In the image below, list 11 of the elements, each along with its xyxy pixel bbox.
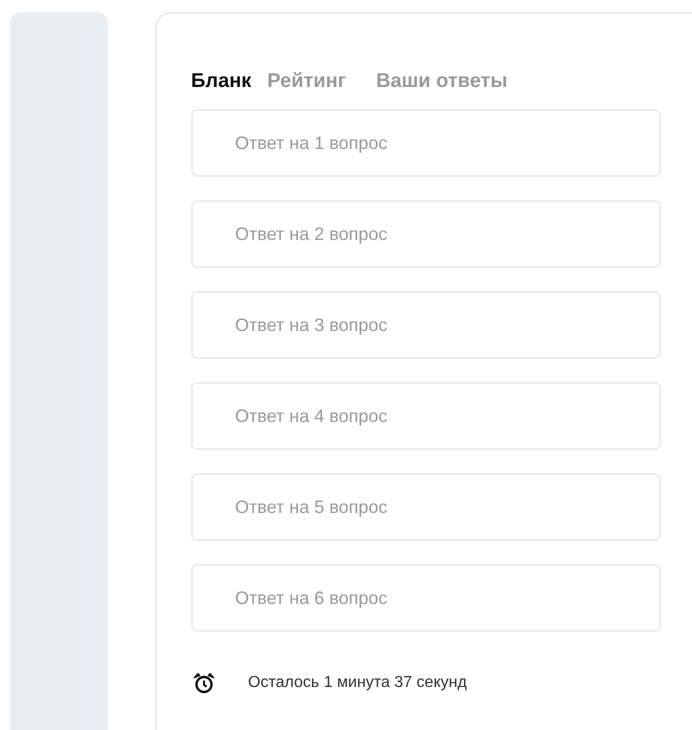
answer-field[interactable]: Ответ на 3 вопрос bbox=[191, 291, 661, 359]
alarm-clock-icon bbox=[193, 672, 215, 694]
answer-field[interactable]: Ответ на 6 вопрос bbox=[191, 564, 661, 632]
answer-field[interactable]: Ответ на 5 вопрос bbox=[191, 473, 661, 541]
tab[interactable]: Бланк bbox=[191, 70, 256, 93]
answer-field[interactable]: Ответ на 1 вопрос bbox=[191, 109, 661, 177]
answer-field[interactable]: Ответ на 4 вопрос bbox=[191, 382, 661, 450]
time-remaining: Осталось 1 минута 37 секунд bbox=[248, 674, 467, 692]
tab[interactable]: Ваши ответы bbox=[376, 70, 512, 93]
answer-field[interactable]: Ответ на 2 вопрос bbox=[191, 200, 661, 268]
tab[interactable]: Рейтинг bbox=[267, 70, 350, 93]
